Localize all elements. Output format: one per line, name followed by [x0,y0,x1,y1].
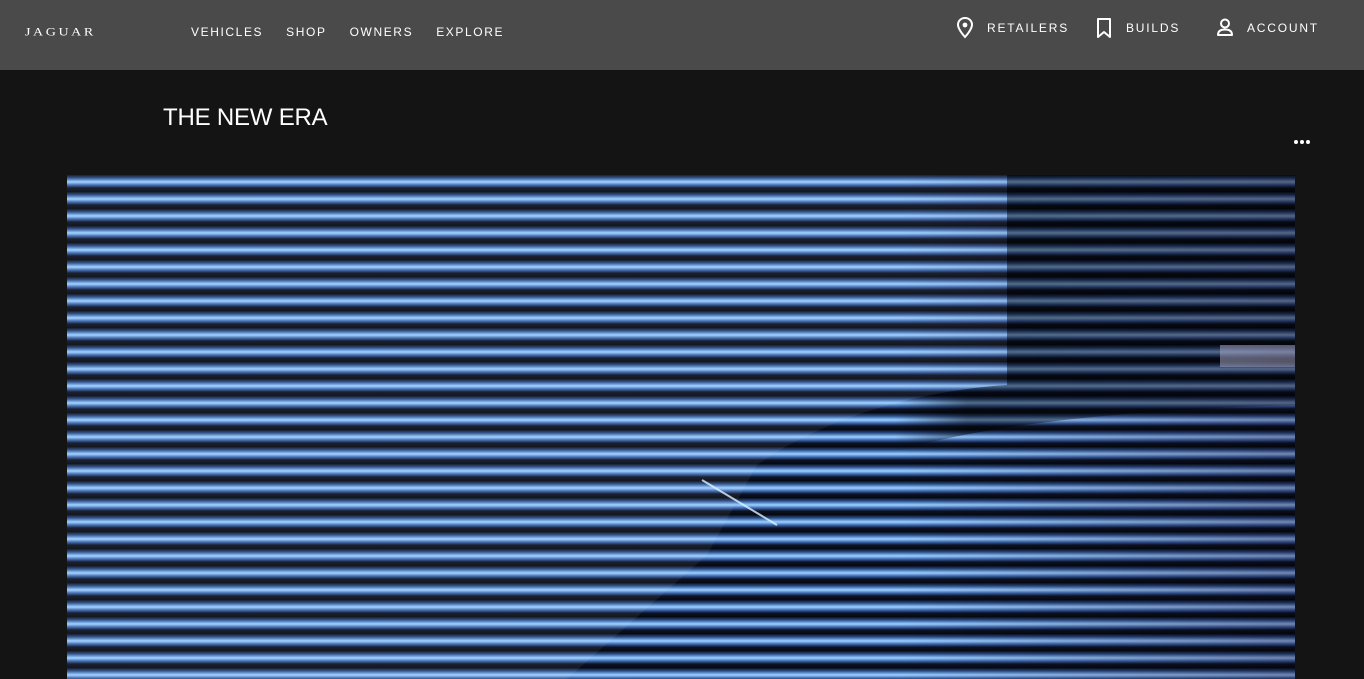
nav-item-owners[interactable]: OWNERS [350,25,414,39]
nav-item-shop[interactable]: SHOP [286,25,326,39]
jaguar-logo[interactable]: JAGUAR [25,26,96,40]
location-pin-icon [955,16,975,40]
hero-image [67,175,1295,679]
builds-label: BUILDS [1126,21,1181,35]
more-horizontal-icon [1294,140,1310,144]
primary-nav: VEHICLES SHOP OWNERS EXPLORE [191,25,527,39]
hero-overlay [67,175,1295,679]
retailers-label: RETAILERS [987,21,1069,35]
retailers-link[interactable]: RETAILERS [955,16,1069,40]
top-navigation-bar: JAGUAR VEHICLES SHOP OWNERS EXPLORE RETA… [0,0,1364,70]
bookmark-icon [1094,16,1114,40]
builds-link[interactable]: BUILDS [1094,16,1180,40]
more-options-button[interactable] [1291,134,1313,144]
account-link[interactable]: ACCOUNT [1215,16,1319,40]
user-icon [1215,16,1235,40]
page-title: THE NEW ERA [163,104,328,131]
nav-item-explore[interactable]: EXPLORE [436,25,504,39]
account-label: ACCOUNT [1247,21,1319,35]
nav-item-vehicles[interactable]: VEHICLES [191,25,263,39]
